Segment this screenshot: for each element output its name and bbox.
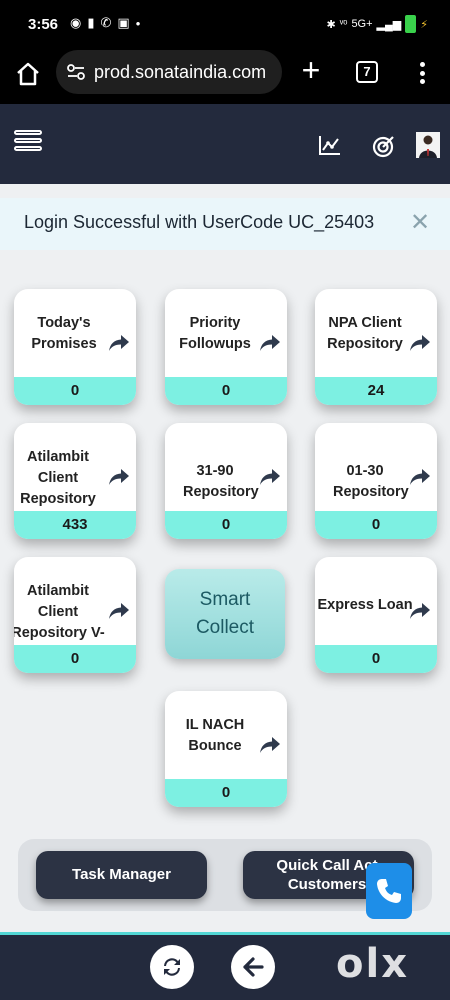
status-time: 3:56 bbox=[28, 16, 59, 33]
tile-count: 0 bbox=[14, 645, 136, 673]
smart-collect-label: Smart Collect bbox=[195, 589, 255, 638]
tab-switcher-button[interactable]: 7 bbox=[356, 61, 378, 83]
bluetooth-icon: ✱ bbox=[326, 18, 336, 31]
share-arrow-icon bbox=[260, 335, 280, 351]
tile-il-nach-bounce[interactable]: IL NACH Bounce 0 bbox=[165, 691, 287, 807]
tile-label: Express Loan bbox=[317, 597, 413, 613]
battery-icon bbox=[405, 15, 417, 33]
tile-count: 24 bbox=[315, 377, 437, 405]
status-bar: 3:56 ◉ ▮ ✆ ▣ • ✱ ᵛᵒ 5G+ ▂▄▆ ⚡ bbox=[0, 0, 450, 48]
tile-atilambit-client-repository-v2[interactable]: Atilambit Client Repository V-2.0 0 bbox=[14, 557, 136, 673]
whatsapp-icon: ◉ bbox=[70, 15, 82, 30]
tile-npa-client-repository[interactable]: NPA Client Repository 24 bbox=[315, 289, 437, 405]
phone-call-button[interactable] bbox=[366, 863, 412, 919]
user-photo-icon bbox=[416, 132, 440, 158]
close-icon[interactable]: ✕ bbox=[410, 208, 430, 237]
tile-01-30-repository[interactable]: 01-30 Repository 0 bbox=[315, 423, 437, 539]
phone-icon bbox=[377, 879, 401, 903]
tile-label: 01-30 Repository bbox=[333, 463, 409, 500]
volte-icon: ᵛᵒ bbox=[339, 18, 348, 30]
app-header bbox=[0, 104, 450, 184]
tile-count: 0 bbox=[165, 779, 287, 807]
address-bar[interactable]: prod.sonataindia.com bbox=[56, 50, 282, 94]
share-arrow-icon bbox=[260, 737, 280, 753]
home-button[interactable] bbox=[12, 58, 44, 90]
back-button[interactable] bbox=[231, 945, 275, 989]
tile-31-90-repository[interactable]: 31-90 Repository 0 bbox=[165, 423, 287, 539]
tile-count: 0 bbox=[315, 511, 437, 539]
avatar[interactable] bbox=[416, 132, 440, 158]
tile-label: Atilambit Client Repository bbox=[20, 449, 96, 507]
tile-label: 31-90 Repository bbox=[183, 463, 259, 500]
browser-toolbar: prod.sonataindia.com + 7 bbox=[0, 48, 450, 104]
site-settings-icon[interactable] bbox=[66, 62, 86, 82]
call-icon: ✆ bbox=[100, 15, 112, 30]
share-arrow-icon bbox=[260, 469, 280, 485]
olx-watermark: olx bbox=[336, 941, 409, 987]
share-arrow-icon bbox=[109, 335, 129, 351]
app-icon: ▣ bbox=[117, 15, 130, 30]
tile-todays-promises[interactable]: Today's Promises 0 bbox=[14, 289, 136, 405]
browser-menu-button[interactable] bbox=[412, 58, 432, 88]
tile-count: 0 bbox=[315, 645, 437, 673]
tile-label: IL NACH Bounce bbox=[185, 717, 245, 754]
refresh-icon bbox=[164, 958, 180, 976]
home-icon bbox=[17, 62, 39, 86]
tile-label: Today's Promises bbox=[31, 315, 97, 352]
tile-atilambit-client-repository[interactable]: Atilambit Client Repository 433 bbox=[14, 423, 136, 539]
tile-express-loan[interactable]: Express Loan 0 bbox=[315, 557, 437, 673]
share-arrow-icon bbox=[410, 469, 430, 485]
share-arrow-icon bbox=[410, 603, 430, 619]
task-manager-button[interactable]: Task Manager bbox=[36, 851, 207, 899]
charging-icon: ⚡ bbox=[420, 18, 428, 31]
tile-label: Priority Followups bbox=[179, 315, 251, 352]
footer-bar: olx bbox=[0, 935, 450, 1000]
chart-icon[interactable] bbox=[318, 134, 342, 156]
back-arrow-icon bbox=[243, 957, 264, 977]
tile-count: 0 bbox=[165, 377, 287, 405]
banner-message: Login Successful with UserCode UC_25403 bbox=[24, 212, 375, 232]
share-arrow-icon bbox=[109, 469, 129, 485]
dot-icon: • bbox=[135, 15, 141, 31]
refresh-button[interactable] bbox=[150, 945, 194, 989]
tile-count: 0 bbox=[165, 511, 287, 539]
share-arrow-icon bbox=[410, 335, 430, 351]
login-success-banner: Login Successful with UserCode UC_25403 … bbox=[0, 198, 450, 250]
tile-priority-followups[interactable]: Priority Followups 0 bbox=[165, 289, 287, 405]
new-tab-button[interactable]: + bbox=[296, 54, 326, 86]
target-icon[interactable] bbox=[372, 134, 396, 158]
tile-count: 433 bbox=[14, 511, 136, 539]
url-text: prod.sonataindia.com bbox=[94, 61, 267, 82]
network-label: 5G+ bbox=[351, 18, 373, 30]
tile-label: NPA Client Repository bbox=[327, 315, 403, 352]
share-arrow-icon bbox=[109, 603, 129, 619]
menu-icon[interactable] bbox=[14, 130, 42, 158]
tile-count: 0 bbox=[14, 377, 136, 405]
smart-collect-button[interactable]: Smart Collect bbox=[165, 569, 285, 659]
battery-small-icon: ▮ bbox=[87, 15, 95, 30]
signal-icon: ▂▄▆ bbox=[376, 18, 402, 31]
